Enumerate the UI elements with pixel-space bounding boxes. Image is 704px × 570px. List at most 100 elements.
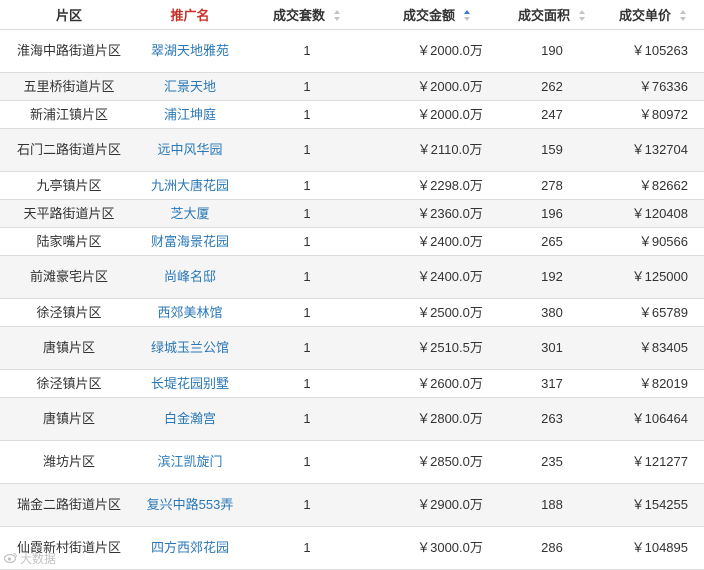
area-cell: 196	[502, 199, 602, 228]
district-cell: 天平路街道片区	[0, 199, 138, 228]
header-project[interactable]: 推广名	[138, 0, 242, 30]
amount-cell: ￥2110.0万	[372, 128, 502, 172]
area-cell: 235	[502, 440, 602, 484]
district-cell: 唐镇片区	[0, 326, 138, 370]
project-link[interactable]: 财富海景花园	[138, 227, 242, 256]
watermark-text: 大数据	[20, 552, 57, 566]
unit-price-cell: ￥83405	[602, 326, 704, 370]
units-cell: 1	[242, 72, 372, 101]
project-link[interactable]: 西郊美林馆	[138, 298, 242, 327]
header-amount[interactable]: 成交金额	[372, 0, 502, 30]
amount-cell: ￥2600.0万	[372, 369, 502, 398]
project-link[interactable]: 四方西郊花园	[138, 526, 242, 570]
unit-price-cell: ￥106464	[602, 397, 704, 441]
unit-price-cell: ￥105263	[602, 29, 704, 73]
table-row: 徐泾镇片区 西郊美林馆 1 ￥2500.0万 380 ￥65789	[0, 298, 704, 327]
table-row: 五里桥街道片区 汇景天地 1 ￥2000.0万 262 ￥76336	[0, 72, 704, 101]
transactions-table: 片区 推广名 成交套数 成交金额 成交面积 成交单价 淮海中路街道片区 翠湖天地雅…	[0, 0, 704, 570]
unit-price-cell: ￥125000	[602, 255, 704, 299]
district-cell: 瑞金二路街道片区	[0, 483, 138, 527]
district-cell: 徐泾镇片区	[0, 369, 138, 398]
table-row: 新浦江镇片区 浦江坤庭 1 ￥2000.0万 247 ￥80972	[0, 100, 704, 129]
area-cell: 263	[502, 397, 602, 441]
project-link[interactable]: 九洲大唐花园	[138, 171, 242, 200]
sort-ascending-icon[interactable]	[464, 9, 471, 21]
area-cell: 159	[502, 128, 602, 172]
project-link[interactable]: 远中风华园	[138, 128, 242, 172]
district-cell: 徐泾镇片区	[0, 298, 138, 327]
area-cell: 265	[502, 227, 602, 256]
unit-price-cell: ￥132704	[602, 128, 704, 172]
area-cell: 301	[502, 326, 602, 370]
area-cell: 192	[502, 255, 602, 299]
units-cell: 1	[242, 29, 372, 73]
project-link[interactable]: 绿城玉兰公馆	[138, 326, 242, 370]
area-cell: 380	[502, 298, 602, 327]
amount-cell: ￥2850.0万	[372, 440, 502, 484]
unit-price-cell: ￥80972	[602, 100, 704, 129]
header-area[interactable]: 成交面积	[502, 0, 602, 30]
amount-cell: ￥2800.0万	[372, 397, 502, 441]
units-cell: 1	[242, 128, 372, 172]
amount-cell: ￥2360.0万	[372, 199, 502, 228]
amount-cell: ￥2000.0万	[372, 100, 502, 129]
unit-price-cell: ￥90566	[602, 227, 704, 256]
area-cell: 262	[502, 72, 602, 101]
units-cell: 1	[242, 255, 372, 299]
district-cell: 五里桥街道片区	[0, 72, 138, 101]
project-link[interactable]: 长堤花园别墅	[138, 369, 242, 398]
units-cell: 1	[242, 440, 372, 484]
unit-price-cell: ￥82662	[602, 171, 704, 200]
weibo-logo-icon	[3, 552, 18, 566]
amount-cell: ￥2510.5万	[372, 326, 502, 370]
units-cell: 1	[242, 483, 372, 527]
table-row: 九亭镇片区 九洲大唐花园 1 ￥2298.0万 278 ￥82662	[0, 171, 704, 200]
project-link[interactable]: 汇景天地	[138, 72, 242, 101]
project-link[interactable]: 滨江凯旋门	[138, 440, 242, 484]
project-link[interactable]: 复兴中路553弄	[138, 483, 242, 527]
amount-cell: ￥2400.0万	[372, 255, 502, 299]
district-cell: 陆家嘴片区	[0, 227, 138, 256]
table-header-row: 片区 推广名 成交套数 成交金额 成交面积 成交单价	[0, 0, 704, 30]
area-cell: 286	[502, 526, 602, 570]
unit-price-cell: ￥76336	[602, 72, 704, 101]
project-link[interactable]: 芝大厦	[138, 199, 242, 228]
project-link[interactable]: 尚峰名邸	[138, 255, 242, 299]
header-unit-price[interactable]: 成交单价	[602, 0, 704, 30]
sort-icon[interactable]	[680, 9, 687, 21]
project-link[interactable]: 浦江坤庭	[138, 100, 242, 129]
area-cell: 190	[502, 29, 602, 73]
table-row: 石门二路街道片区 远中风华园 1 ￥2110.0万 159 ￥132704	[0, 128, 704, 172]
units-cell: 1	[242, 171, 372, 200]
area-cell: 247	[502, 100, 602, 129]
district-cell: 前滩豪宅片区	[0, 255, 138, 299]
sort-icon[interactable]	[334, 9, 341, 21]
amount-cell: ￥3000.0万	[372, 526, 502, 570]
amount-cell: ￥2000.0万	[372, 72, 502, 101]
unit-price-cell: ￥120408	[602, 199, 704, 228]
district-cell: 潍坊片区	[0, 440, 138, 484]
unit-price-cell: ￥154255	[602, 483, 704, 527]
amount-cell: ￥2500.0万	[372, 298, 502, 327]
table-row: 唐镇片区 绿城玉兰公馆 1 ￥2510.5万 301 ￥83405	[0, 326, 704, 370]
district-cell: 唐镇片区	[0, 397, 138, 441]
units-cell: 1	[242, 397, 372, 441]
project-link[interactable]: 白金瀚宫	[138, 397, 242, 441]
area-cell: 188	[502, 483, 602, 527]
amount-cell: ￥2298.0万	[372, 171, 502, 200]
units-cell: 1	[242, 298, 372, 327]
project-link[interactable]: 翠湖天地雅苑	[138, 29, 242, 73]
amount-cell: ￥2000.0万	[372, 29, 502, 73]
sort-icon[interactable]	[579, 9, 586, 21]
table-row: 徐泾镇片区 长堤花园别墅 1 ￥2600.0万 317 ￥82019	[0, 369, 704, 398]
table-row: 潍坊片区 滨江凯旋门 1 ￥2850.0万 235 ￥121277	[0, 440, 704, 484]
header-units[interactable]: 成交套数	[242, 0, 372, 30]
amount-cell: ￥2900.0万	[372, 483, 502, 527]
unit-price-cell: ￥82019	[602, 369, 704, 398]
units-cell: 1	[242, 199, 372, 228]
units-cell: 1	[242, 369, 372, 398]
table-row: 前滩豪宅片区 尚峰名邸 1 ￥2400.0万 192 ￥125000	[0, 255, 704, 299]
district-cell: 九亭镇片区	[0, 171, 138, 200]
table-row: 淮海中路街道片区 翠湖天地雅苑 1 ￥2000.0万 190 ￥105263	[0, 29, 704, 73]
table-row: 陆家嘴片区 财富海景花园 1 ￥2400.0万 265 ￥90566	[0, 227, 704, 256]
